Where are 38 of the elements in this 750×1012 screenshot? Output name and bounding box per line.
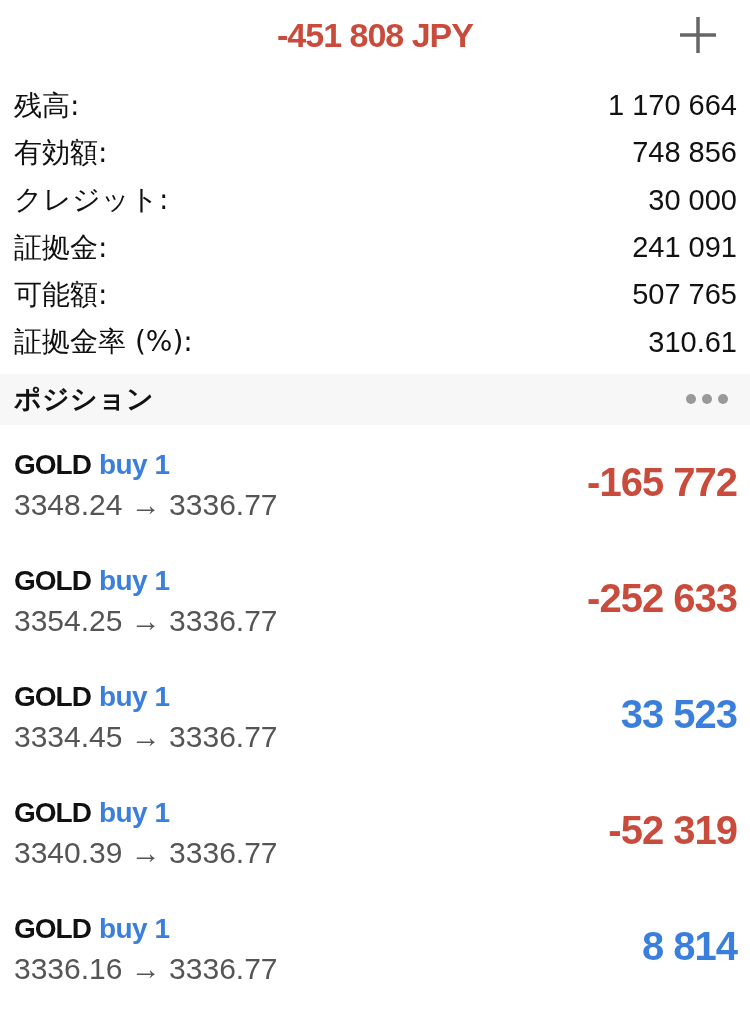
account-value: 507 765 — [632, 278, 737, 312]
position-symbol: GOLD — [14, 564, 91, 597]
account-value: 241 091 — [632, 231, 737, 265]
account-label: クレジット: — [14, 182, 169, 219]
position-order: buy 1 — [98, 912, 170, 945]
position-profit: -165 772 — [587, 460, 737, 506]
account-label: 残高: — [14, 87, 80, 124]
position-symbol: GOLD — [14, 912, 91, 945]
section-title: ポジション — [14, 382, 154, 417]
position-prices: 3340.39 → 3336.77 — [14, 834, 278, 871]
position-symbol: GOLD — [14, 448, 91, 481]
position-order: buy 1 — [98, 564, 170, 597]
position-order: buy 1 — [98, 796, 170, 829]
position-prices: 3334.45 → 3336.77 — [14, 718, 278, 755]
account-label: 有効額: — [14, 134, 108, 171]
account-total: -451 808 JPY — [277, 15, 473, 55]
account-value: 748 856 — [632, 136, 737, 170]
position-prices: 3336.16 → 3336.77 — [14, 950, 278, 987]
account-value: 1 170 664 — [608, 89, 737, 123]
account-value: 310.61 — [648, 325, 737, 359]
position-profit: -252 633 — [587, 576, 737, 622]
position-symbol: GOLD — [14, 680, 91, 713]
account-label: 証拠金: — [14, 229, 108, 266]
account-label: 可能額: — [14, 276, 108, 313]
plus-icon — [679, 16, 717, 54]
account-label: 証拠金率 (%): — [14, 324, 193, 361]
position-order: buy 1 — [98, 448, 170, 481]
position-profit: 33 523 — [620, 692, 737, 738]
add-button[interactable] — [678, 15, 718, 55]
position-prices: 3354.25 → 3336.77 — [14, 602, 278, 639]
position-prices: 3348.24 → 3336.77 — [14, 486, 278, 523]
account-value: 30 000 — [648, 183, 737, 217]
more-icon — [686, 394, 728, 405]
more-button[interactable] — [686, 394, 728, 405]
position-profit: 8 814 — [641, 924, 737, 970]
position-profit: -52 319 — [608, 808, 737, 854]
position-symbol: GOLD — [14, 796, 91, 829]
position-order: buy 1 — [98, 680, 170, 713]
